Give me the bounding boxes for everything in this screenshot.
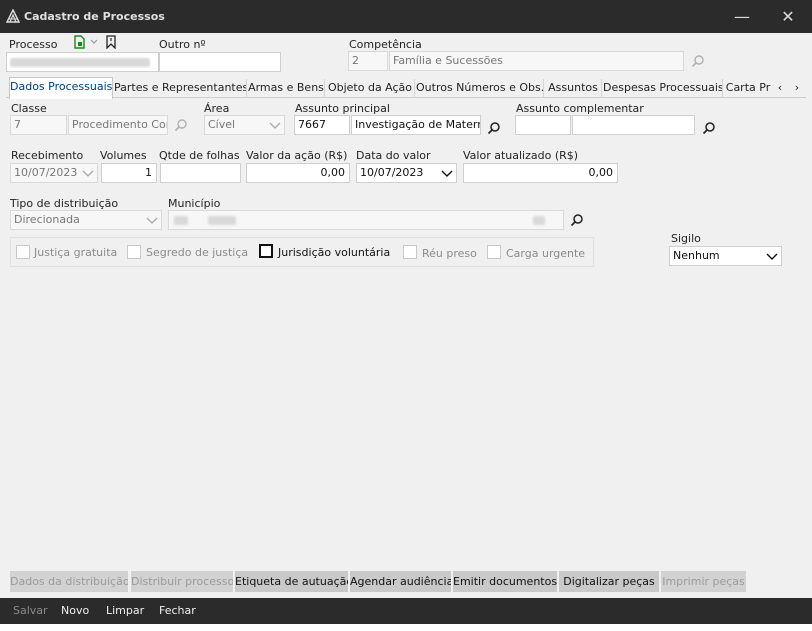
dropdown-arrow-icon <box>82 170 94 177</box>
processo-number-redacted <box>10 57 150 67</box>
area-select[interactable]: Cível <box>204 115 285 135</box>
agendar-audiencia-button[interactable]: Agendar audiência <box>350 571 451 592</box>
reu-preso-label: Réu preso <box>422 247 477 260</box>
justica-gratuita-label: Justiça gratuita <box>34 246 118 259</box>
municipio-code-redacted <box>174 215 188 225</box>
classe-code-field[interactable]: 7 <box>10 115 67 135</box>
area-label: Área <box>204 102 230 115</box>
assunto-principal-desc-field[interactable]: Investigação de Maternic <box>351 115 481 135</box>
close-icon[interactable]: ✕ <box>768 4 808 30</box>
digitalizar-pecas-button[interactable]: Digitalizar peças <box>559 571 659 592</box>
tab-dados-processuais[interactable]: Dados Processuais <box>9 77 113 99</box>
competencia-desc-field[interactable]: Família e Sucessões <box>389 51 684 71</box>
assunto-complementar-search-icon[interactable] <box>702 121 716 135</box>
recebimento-label: Recebimento <box>11 149 84 162</box>
recebimento-date-field[interactable]: 10/07/2023 <box>10 163 98 183</box>
limpar-button[interactable]: Limpar <box>106 604 144 617</box>
assunto-principal-label: Assunto principal <box>295 102 390 115</box>
salvar-button[interactable]: Salvar <box>13 604 48 617</box>
tipo-distribuicao-value: Direcionada <box>14 213 80 226</box>
footer-bar: Salvar Novo Limpar Fechar <box>0 598 812 624</box>
municipio-uf-redacted <box>533 215 545 225</box>
qtde-folhas-field[interactable] <box>160 163 241 183</box>
valor-acao-field[interactable]: 0,00 <box>246 163 350 183</box>
etiqueta-autuacao-button[interactable]: Etiqueta de autuação <box>235 571 348 592</box>
tab-outros-numeros[interactable]: Outros Números e Obs. <box>416 79 544 98</box>
volumes-field[interactable]: 1 <box>101 163 157 183</box>
municipio-field[interactable] <box>168 210 564 230</box>
carga-urgente-label: Carga urgente <box>506 247 586 260</box>
minimize-icon[interactable]: — <box>722 4 762 30</box>
tab-bar: Dados Processuais Partes e Representante… <box>6 77 806 99</box>
volumes-label: Volumes <box>100 149 147 162</box>
municipio-name-redacted <box>207 215 236 225</box>
area-value: Cível <box>208 118 236 131</box>
assunto-complementar-label: Assunto complementar <box>516 102 644 115</box>
jurisdicao-voluntaria-label: Jurisdição voluntária <box>278 246 391 259</box>
classe-search-icon[interactable] <box>174 118 188 132</box>
imprimir-pecas-button[interactable]: Imprimir peças <box>661 571 746 592</box>
reu-preso-checkbox[interactable] <box>403 245 417 259</box>
tab-armas-bens[interactable]: Armas e Bens <box>248 79 325 98</box>
tab-despesas-processuais[interactable]: Despesas Processuais <box>603 79 723 98</box>
chevron-down-icon[interactable] <box>89 37 99 47</box>
bookmark-icon[interactable] <box>104 35 118 49</box>
municipio-search-icon[interactable] <box>570 213 584 227</box>
dados-distribuicao-button[interactable]: Dados da distribuição <box>10 571 128 592</box>
distribuir-processo-button[interactable]: Distribuir processo <box>131 571 233 592</box>
assunto-complementar-code-field[interactable] <box>515 115 571 135</box>
recebimento-value: 10/07/2023 <box>14 166 78 179</box>
segredo-justica-checkbox[interactable] <box>127 245 141 259</box>
app-logo-icon <box>6 9 20 23</box>
sigilo-label: Sigilo <box>671 232 701 245</box>
tipo-distribuicao-select[interactable]: Direcionada <box>10 210 162 230</box>
search-icon[interactable] <box>691 54 705 68</box>
outro-numero-label: Outro nº <box>159 38 206 51</box>
tab-objeto-acao[interactable]: Objeto da Ação <box>326 79 415 98</box>
dropdown-arrow-icon <box>269 122 281 129</box>
background-window-strip <box>0 624 812 631</box>
processo-number-field[interactable] <box>6 52 159 72</box>
emitir-documentos-button[interactable]: Emitir documentos <box>453 571 557 592</box>
valor-atualizado-label: Valor atualizado (R$) <box>463 149 579 162</box>
outro-numero-field[interactable] <box>159 52 281 72</box>
jurisdicao-voluntaria-checkbox[interactable] <box>259 244 273 258</box>
processo-label: Processo <box>9 38 58 51</box>
dropdown-arrow-icon <box>441 170 453 177</box>
classe-label: Classe <box>11 102 47 115</box>
data-valor-date-field[interactable]: 10/07/2023 <box>356 163 457 183</box>
tab-scroll-left-icon[interactable]: ‹ <box>772 79 788 96</box>
segredo-justica-label: Segredo de justiça <box>146 246 249 259</box>
fechar-button[interactable]: Fechar <box>159 604 196 617</box>
tab-carta-precatoria[interactable]: Carta Pr <box>724 79 772 98</box>
municipio-label: Município <box>168 197 221 210</box>
data-valor-value: 10/07/2023 <box>360 166 424 179</box>
classe-desc-field[interactable]: Procedimento Com <box>68 115 168 135</box>
data-valor-label: Data do valor <box>356 149 431 162</box>
competencia-code-field[interactable]: 2 <box>348 51 388 71</box>
assunto-principal-code-field[interactable]: 7667 <box>294 115 350 135</box>
tipo-distribuicao-label: Tipo de distribuição <box>10 197 119 210</box>
competencia-label: Competência <box>349 38 422 51</box>
valor-atualizado-field[interactable]: 0,00 <box>463 163 618 183</box>
sigilo-select[interactable]: Nenhum <box>669 246 782 266</box>
title-bar: Cadastro de Processos — ✕ <box>0 0 812 33</box>
tab-scroll-right-icon[interactable]: › <box>789 79 805 96</box>
assunto-principal-search-icon[interactable] <box>487 121 501 135</box>
justica-gratuita-checkbox[interactable] <box>16 245 30 259</box>
novo-button[interactable]: Novo <box>61 604 89 617</box>
tab-assuntos[interactable]: Assuntos <box>545 79 602 98</box>
tab-partes-representantes[interactable]: Partes e Representantes <box>114 79 247 98</box>
dropdown-arrow-icon <box>146 217 158 224</box>
carga-urgente-checkbox[interactable] <box>487 245 501 259</box>
valor-acao-label: Valor da ação (R$) <box>246 149 348 162</box>
assunto-complementar-desc-field[interactable] <box>572 115 695 135</box>
document-new-icon[interactable] <box>72 35 86 49</box>
window-title: Cadastro de Processos <box>24 10 165 23</box>
qtde-folhas-label: Qtde de folhas <box>159 149 240 162</box>
dropdown-arrow-icon <box>766 253 778 260</box>
sigilo-value: Nenhum <box>673 249 720 262</box>
